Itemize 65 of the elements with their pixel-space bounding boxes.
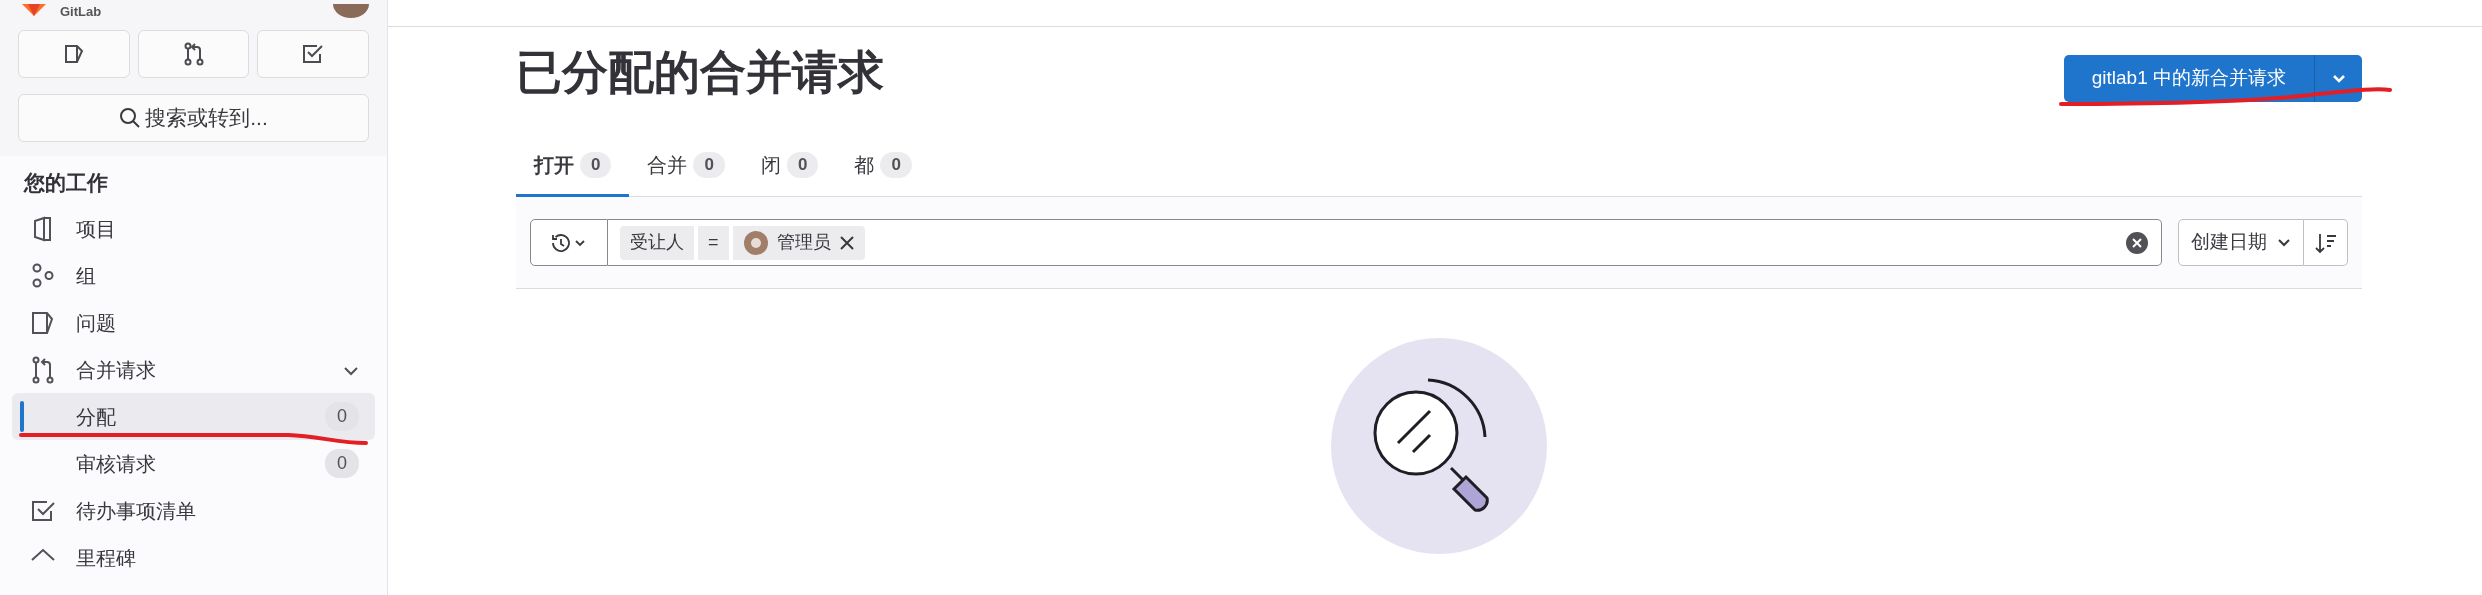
item-label: 项目 (76, 216, 117, 242)
tab[interactable]: 闭 0 (742, 140, 837, 197)
avatar-icon[interactable] (333, 4, 369, 18)
filter-field[interactable]: 受让人 = 管理员 (608, 219, 2162, 266)
count-badge: 0 (325, 402, 359, 432)
count-badge: 0 (325, 449, 359, 479)
brand-name: GitLab (60, 4, 102, 18)
sidebar-item[interactable]: 项目 (12, 205, 375, 253)
sort-label: 创建日期 (2191, 230, 2267, 255)
sort-icon (2313, 231, 2338, 254)
token-field[interactable]: 受让人 (620, 225, 694, 260)
sidebar-item[interactable]: 待办事项清单 (12, 487, 375, 535)
sort-direction-button[interactable] (2304, 219, 2348, 266)
tab-label: 闭 (760, 153, 781, 178)
history-button[interactable] (530, 219, 608, 266)
merge-request-icon (31, 355, 55, 384)
item-label: 分配 (76, 404, 117, 430)
merge-request-icon (182, 42, 205, 66)
sidebar-subitem[interactable]: 分配 0 (12, 393, 375, 441)
todo-button[interactable] (257, 30, 369, 78)
count-badge: 0 (580, 152, 612, 178)
tab-label: 打开 (534, 153, 574, 178)
merge-requests-button[interactable] (137, 30, 250, 78)
issues-button[interactable] (18, 30, 130, 78)
chevron-icon (343, 366, 359, 377)
dropdown-button[interactable] (2314, 55, 2362, 102)
sidebar-item[interactable]: 问题 (12, 299, 375, 347)
tab-label: 合并 (647, 153, 688, 178)
item-label: 组 (76, 263, 97, 289)
chevron-icon (2277, 237, 2291, 248)
page-title: 已分配的合并请求 (516, 45, 884, 100)
sidebar-item[interactable]: 里程碑 (12, 534, 375, 582)
item-label: 问题 (76, 310, 117, 336)
count-badge: 0 (786, 152, 819, 178)
sidebar-subitem[interactable]: 审核请求 0 (12, 440, 375, 488)
close-icon[interactable] (838, 234, 855, 251)
sidebar-item[interactable]: 合并请求 (12, 346, 375, 394)
issue-icon (62, 43, 85, 65)
project-icon (33, 215, 53, 242)
search-button[interactable]: 搜索或转到... (18, 94, 369, 142)
sort-dropdown[interactable]: 创建日期 (2178, 219, 2304, 266)
clear-icon[interactable] (2125, 230, 2149, 255)
item-label: 里程碑 (76, 545, 137, 571)
count-badge: 0 (880, 152, 912, 178)
group-icon (31, 262, 55, 289)
avatar-icon (742, 229, 769, 256)
tab[interactable]: 合并 0 (629, 140, 743, 197)
history-icon (550, 231, 588, 254)
section-title: 您的工作 (22, 170, 109, 196)
item-label: 待办事项清单 (76, 498, 197, 524)
todo-icon (301, 43, 326, 65)
item-label: 合并请求 (76, 357, 157, 383)
new-merge-request-button[interactable]: gitlab1 中的新合并请求 (2063, 55, 2314, 102)
count-badge: 0 (693, 152, 725, 178)
chevron-icon (2331, 73, 2346, 84)
item-label: 审核请求 (76, 451, 157, 477)
search-icon (119, 107, 142, 129)
token-value-text: 管理员 (776, 231, 831, 254)
issue-icon (31, 309, 55, 336)
tab-label: 都 (854, 153, 875, 178)
token-operator[interactable]: = (698, 225, 729, 260)
token-value[interactable]: 管理员 (732, 225, 865, 260)
todo-icon (30, 498, 56, 523)
tab[interactable]: 都 0 (836, 140, 930, 197)
sidebar-item[interactable]: 组 (12, 252, 375, 300)
